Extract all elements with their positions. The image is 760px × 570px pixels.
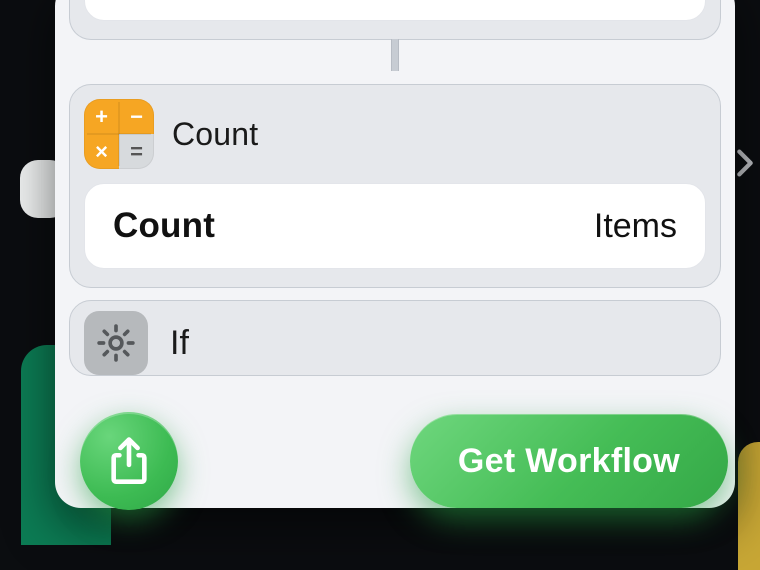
background-card-yellow — [738, 442, 760, 570]
param-value-count[interactable]: Items — [594, 207, 677, 246]
action-card-count[interactable]: + − × = Count Count Items — [69, 84, 721, 288]
gear-icon — [84, 311, 148, 375]
action-title-count: Count — [172, 116, 258, 153]
action-header-if: If — [70, 301, 720, 375]
action-title-if: If — [170, 324, 189, 363]
get-workflow-button[interactable]: Get Workflow — [410, 414, 728, 508]
share-button[interactable] — [80, 412, 178, 510]
param-row-count[interactable]: Count Items — [84, 183, 706, 269]
get-workflow-label: Get Workflow — [458, 442, 680, 481]
calculator-icon: + − × = — [84, 99, 154, 169]
param-row-variable[interactable]: Variable Input — [84, 0, 706, 21]
action-header-count: + − × = Count — [70, 85, 720, 183]
param-label-count: Count — [113, 206, 215, 246]
action-card-if[interactable]: If — [69, 300, 721, 376]
share-icon — [106, 436, 152, 486]
action-card-variable[interactable]: Variable Input — [69, 0, 721, 40]
action-connector — [69, 40, 721, 70]
